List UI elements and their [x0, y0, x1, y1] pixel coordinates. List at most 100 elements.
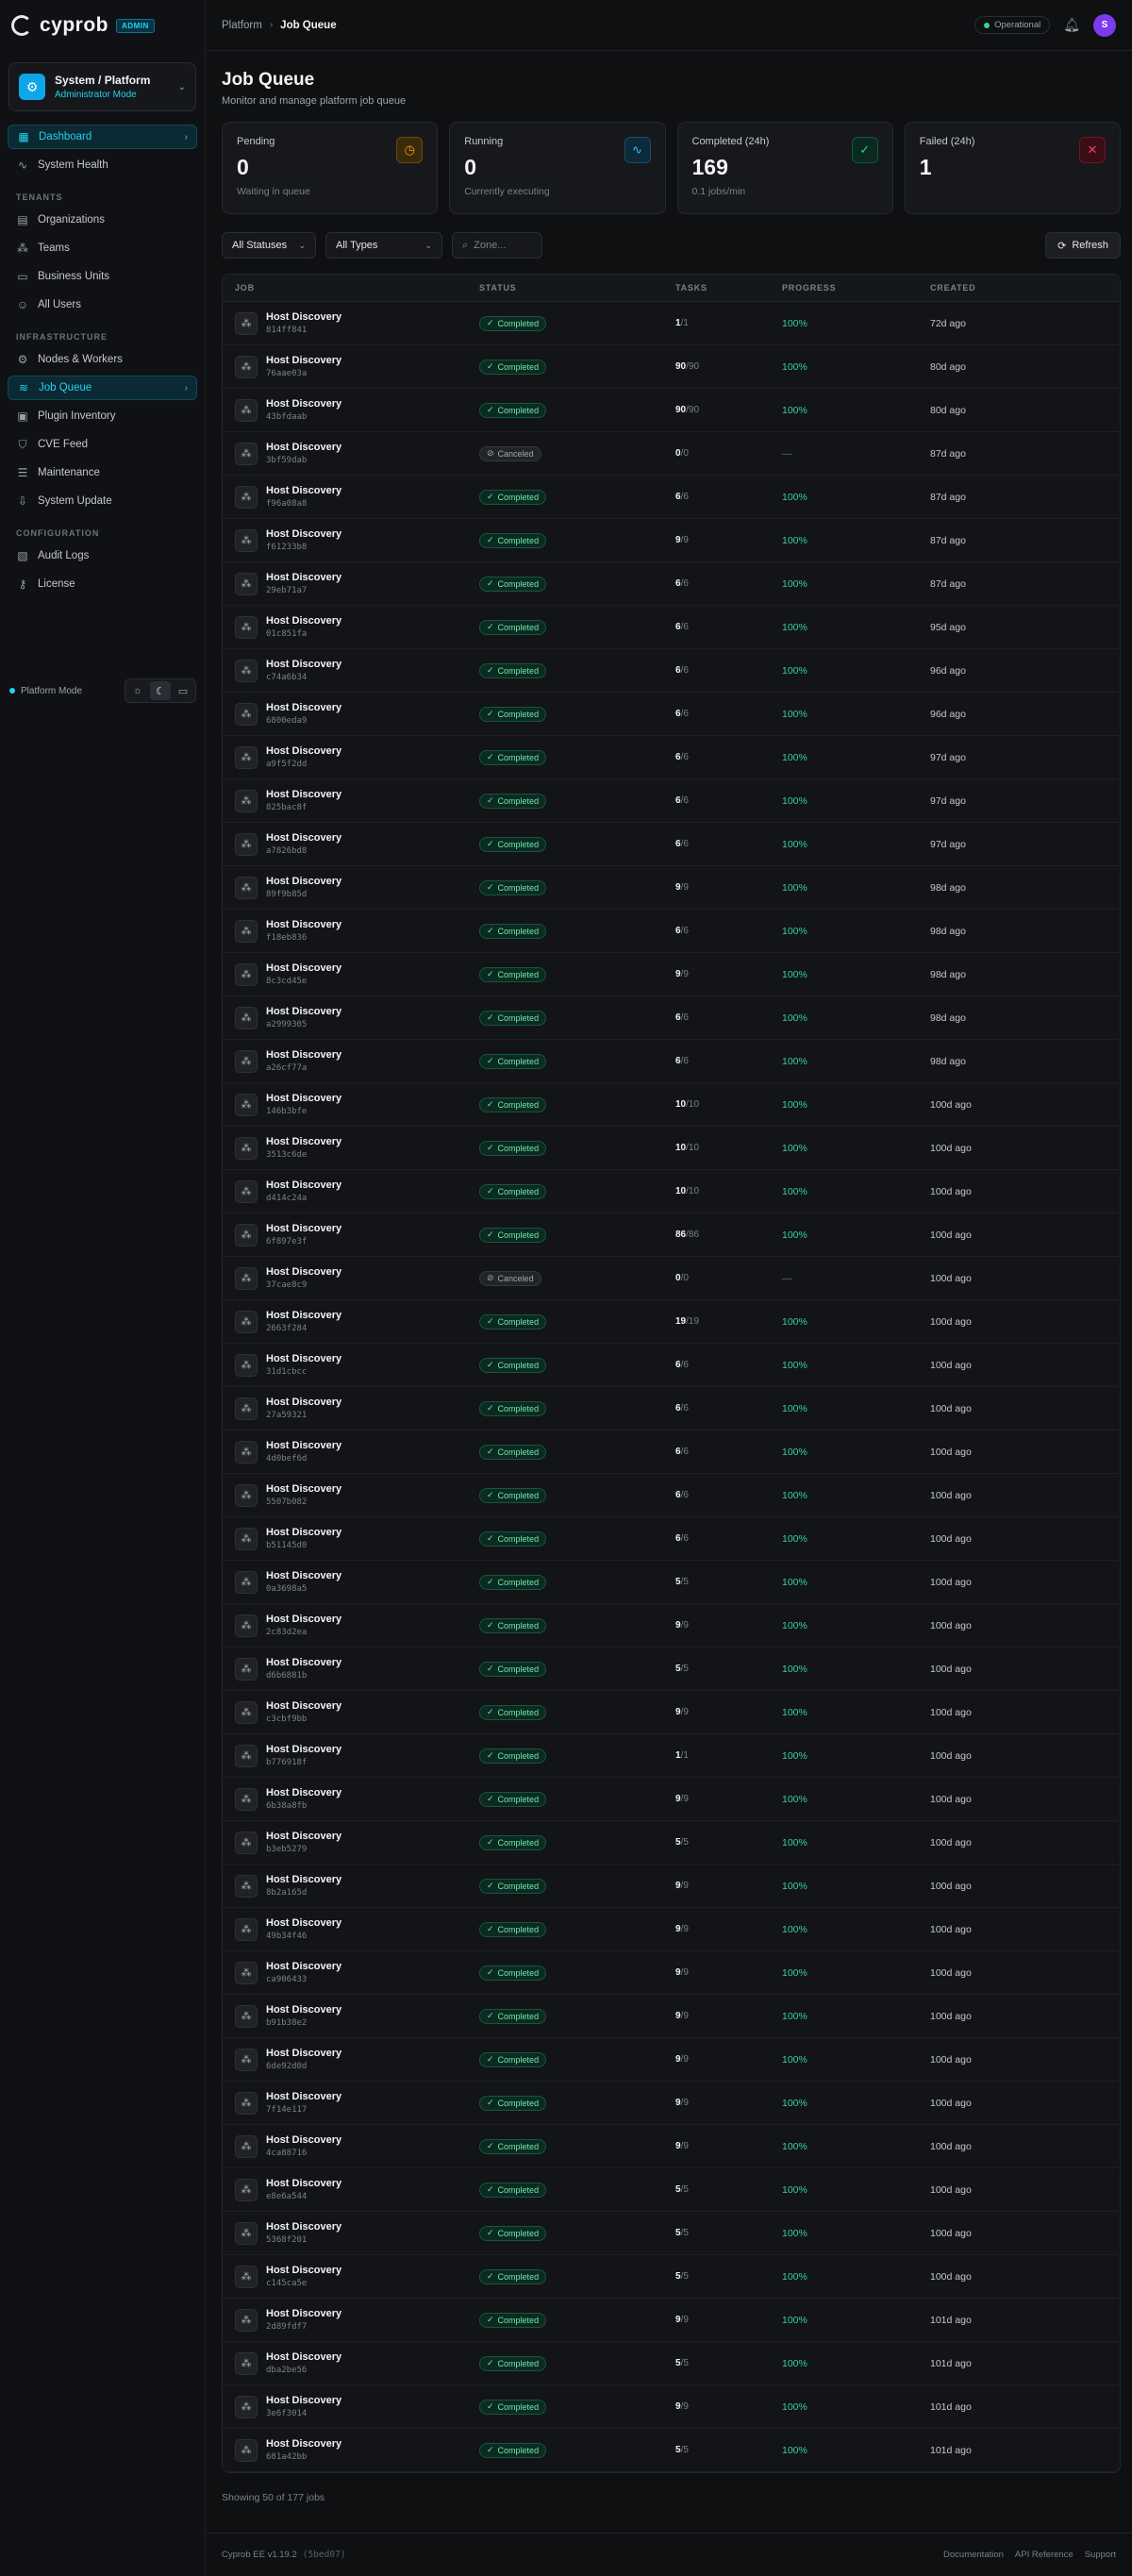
- brand[interactable]: cyprob ADMIN: [0, 0, 205, 51]
- sidebar-item-system-health[interactable]: ∿ System Health: [8, 153, 197, 177]
- table-row[interactable]: ⁂ Host Discovery c74a6b34 ✓ Completed 6/6 100%…: [223, 649, 1120, 693]
- status-cell: ✓ Completed: [479, 2399, 675, 2415]
- sidebar-footer: Platform Mode ☼ ☾ ▭: [0, 674, 206, 708]
- footer-link-documentation[interactable]: Documentation: [943, 2550, 1004, 2560]
- bell-icon[interactable]: 🔔︎: [1063, 17, 1080, 33]
- table-row[interactable]: ⁂ Host Discovery 6800eda9 ✓ Completed 6/6 100%…: [223, 693, 1120, 736]
- table-row[interactable]: ⁂ Host Discovery 5507b082 ✓ Completed 6/6 100%…: [223, 1474, 1120, 1517]
- table-row[interactable]: ⁂ Host Discovery 43bfdaab ✓ Completed 90/90 10…: [223, 389, 1120, 432]
- table-row[interactable]: ⁂ Host Discovery 681a42bb ✓ Completed 5/5 100%…: [223, 2429, 1120, 2472]
- tasks-total: 19: [688, 1316, 700, 1327]
- table-row[interactable]: ⁂ Host Discovery b776918f ✓ Completed 1/1 100%…: [223, 1734, 1120, 1778]
- sidebar-item-cve-feed[interactable]: ⛉ CVE Feed: [8, 432, 197, 457]
- table-row[interactable]: ⁂ Host Discovery 29eb71a7 ✓ Completed 6/6 100%…: [223, 562, 1120, 606]
- table-row[interactable]: ⁂ Host Discovery 6b38a8fb ✓ Completed 9/9 100%…: [223, 1778, 1120, 1821]
- table-row[interactable]: ⁂ Host Discovery 2663f284 ✓ Completed 19/19 10…: [223, 1300, 1120, 1344]
- network-icon: ⁂: [235, 1310, 258, 1333]
- table-row[interactable]: ⁂ Host Discovery f61233b8 ✓ Completed 9/9 100%…: [223, 519, 1120, 562]
- sidebar-item-dashboard[interactable]: ▦ Dashboard ›: [8, 125, 197, 149]
- sidebar-item-organizations[interactable]: ▤ Organizations: [8, 208, 197, 232]
- context-switcher[interactable]: ⚙ System / Platform Administrator Mode ⌄: [8, 62, 196, 111]
- refresh-button[interactable]: ⟳ Refresh: [1045, 232, 1121, 259]
- network-icon: ⁂: [235, 2178, 258, 2201]
- sidebar-item-business-units[interactable]: ▭ Business Units: [8, 264, 197, 289]
- sun-icon[interactable]: ☼: [127, 681, 148, 700]
- table-row[interactable]: ⁂ Host Discovery b3eb5279 ✓ Completed 5/5 100%…: [223, 1821, 1120, 1865]
- table-row[interactable]: ⁂ Host Discovery 146b3bfe ✓ Completed 10/10 10…: [223, 1083, 1120, 1127]
- zone-search-input[interactable]: ⌕ Zone...: [452, 232, 542, 259]
- table-row[interactable]: ⁂ Host Discovery 76aae03a ✓ Completed 90/90 10…: [223, 345, 1120, 389]
- table-row[interactable]: ⁂ Host Discovery 37cae8c9 ⊘ Canceled 0/0— 100d…: [223, 1257, 1120, 1300]
- table-row[interactable]: ⁂ Host Discovery d414c24a ✓ Completed 10/10 10…: [223, 1170, 1120, 1213]
- table-row[interactable]: ⁂ Host Discovery a2999305 ✓ Completed 6/6 100%…: [223, 996, 1120, 1040]
- table-row[interactable]: ⁂ Host Discovery ca906433 ✓ Completed 9/9 100%…: [223, 1951, 1120, 1995]
- table-row[interactable]: ⁂ Host Discovery c3cbf9bb ✓ Completed 9/9 100%…: [223, 1691, 1120, 1734]
- sidebar-item-plugin-inventory[interactable]: ▣ Plugin Inventory: [8, 404, 197, 428]
- status-label: Completed: [497, 1143, 540, 1153]
- network-icon: ⁂: [235, 1397, 258, 1420]
- table-row[interactable]: ⁂ Host Discovery 3bf59dab ⊘ Canceled 0/0— 87d …: [223, 432, 1120, 476]
- monitor-icon[interactable]: ▭: [173, 681, 193, 700]
- sidebar-item-teams[interactable]: ⁂ Teams: [8, 236, 197, 260]
- sidebar-item-audit-logs[interactable]: ▧ Audit Logs: [8, 544, 197, 568]
- table-row[interactable]: ⁂ Host Discovery b91b38e2 ✓ Completed 9/9 100%…: [223, 1995, 1120, 2038]
- sidebar-item-job-queue[interactable]: ≋ Job Queue ›: [8, 376, 197, 400]
- tasks-total: 0: [683, 448, 689, 459]
- table-row[interactable]: ⁂ Host Discovery 01c851fa ✓ Completed 6/6 100%…: [223, 606, 1120, 649]
- avatar[interactable]: S: [1093, 13, 1116, 37]
- table-row[interactable]: ⁂ Host Discovery 7f14e117 ✓ Completed 9/9 100%…: [223, 2082, 1120, 2125]
- clock-icon: ◷: [396, 137, 424, 163]
- table-row[interactable]: ⁂ Host Discovery 5368f201 ✓ Completed 5/5 100%…: [223, 2212, 1120, 2255]
- sidebar-item-system-update[interactable]: ⇩ System Update: [8, 489, 197, 513]
- check-circle-icon: ✓: [487, 795, 494, 806]
- job-name: Host Discovery: [266, 2265, 342, 2276]
- job-name: Host Discovery: [266, 659, 342, 670]
- sidebar-item-nodes-workers[interactable]: ⚙ Nodes & Workers: [8, 347, 197, 372]
- stats-grid: Pending 0 Waiting in queue ◷ Running 0 Current…: [222, 122, 1121, 214]
- network-icon: ⁂: [235, 1136, 258, 1160]
- sidebar-item-maintenance[interactable]: ☰ Maintenance: [8, 460, 197, 485]
- table-row[interactable]: ⁂ Host Discovery 2d89fdf7 ✓ Completed 9/9 100%…: [223, 2299, 1120, 2342]
- table-row[interactable]: ⁂ Host Discovery 4ca88716 ✓ Completed 9/9 100%…: [223, 2125, 1120, 2168]
- status-cell: ✓ Completed: [479, 2138, 675, 2154]
- table-row[interactable]: ⁂ Host Discovery 3513c6de ✓ Completed 10/10 10…: [223, 1127, 1120, 1170]
- table-row[interactable]: ⁂ Host Discovery f96a08a8 ✓ Completed 6/6 100%…: [223, 476, 1120, 519]
- table-row[interactable]: ⁂ Host Discovery 6de92d0d ✓ Completed 9/9 100%…: [223, 2038, 1120, 2082]
- table-row[interactable]: ⁂ Host Discovery 6f897e3f ✓ Completed 86/86 10…: [223, 1213, 1120, 1257]
- footer-link-api-reference[interactable]: API Reference: [1015, 2550, 1074, 2560]
- table-row[interactable]: ⁂ Host Discovery c145ca5e ✓ Completed 5/5 100%…: [223, 2255, 1120, 2299]
- status-filter[interactable]: All Statuses ⌄: [222, 232, 316, 259]
- table-row[interactable]: ⁂ Host Discovery d6b6881b ✓ Completed 5/5 100%…: [223, 1648, 1120, 1691]
- table-row[interactable]: ⁂ Host Discovery 8b2a165d ✓ Completed 9/9 100%…: [223, 1865, 1120, 1908]
- table-row[interactable]: ⁂ Host Discovery 0a3698a5 ✓ Completed 5/5 100%…: [223, 1561, 1120, 1604]
- table-row[interactable]: ⁂ Host Discovery 3e6f3014 ✓ Completed 9/9 100%…: [223, 2385, 1120, 2429]
- sidebar-item-license[interactable]: ⚷ License: [8, 572, 197, 596]
- sidebar-item-all-users[interactable]: ☺ All Users: [8, 293, 197, 317]
- footer-link-support[interactable]: Support: [1085, 2550, 1116, 2560]
- table-row[interactable]: ⁂ Host Discovery 8c3cd45e ✓ Completed 9/9 100%…: [223, 953, 1120, 996]
- tasks-total: 9: [683, 1620, 689, 1631]
- breadcrumb-root[interactable]: Platform: [222, 20, 262, 31]
- table-row[interactable]: ⁂ Host Discovery 49b34f46 ✓ Completed 9/9 100%…: [223, 1908, 1120, 1951]
- table-row[interactable]: ⁂ Host Discovery 4d0bef6d ✓ Completed 6/6 100%…: [223, 1430, 1120, 1474]
- table-row[interactable]: ⁂ Host Discovery a9f5f2dd ✓ Completed 6/6 100%…: [223, 736, 1120, 779]
- table-row[interactable]: ⁂ Host Discovery 27a59321 ✓ Completed 6/6 100%…: [223, 1387, 1120, 1430]
- moon-icon[interactable]: ☾: [150, 681, 171, 700]
- job-cell: ⁂ Host Discovery 29eb71a7: [223, 572, 479, 595]
- table-row[interactable]: ⁂ Host Discovery 814ff841 ✓ Completed 1/1 100%…: [223, 302, 1120, 345]
- table-row[interactable]: ⁂ Host Discovery 825bac8f ✓ Completed 6/6 100%…: [223, 779, 1120, 823]
- table-row[interactable]: ⁂ Host Discovery 31d1cbcc ✓ Completed 6/6 100%…: [223, 1344, 1120, 1387]
- progress-cell: 100%: [782, 1749, 807, 1762]
- table-row[interactable]: ⁂ Host Discovery a26cf77a ✓ Completed 6/6 100%…: [223, 1040, 1120, 1083]
- table-row[interactable]: ⁂ Host Discovery dba2be56 ✓ Completed 5/5 100%…: [223, 2342, 1120, 2385]
- table-row[interactable]: ⁂ Host Discovery 2c83d2ea ✓ Completed 9/9 100%…: [223, 1604, 1120, 1648]
- progress-cell: 100%: [782, 838, 807, 850]
- table-row[interactable]: ⁂ Host Discovery 89f9b85d ✓ Completed 9/9 100%…: [223, 866, 1120, 910]
- table-row[interactable]: ⁂ Host Discovery a7826bd8 ✓ Completed 6/6 100%…: [223, 823, 1120, 866]
- job-id: 6800eda9: [266, 716, 308, 726]
- tasks-total: 9: [683, 969, 689, 979]
- table-row[interactable]: ⁂ Host Discovery e8e6a544 ✓ Completed 5/5 100%…: [223, 2168, 1120, 2212]
- type-filter[interactable]: All Types ⌄: [325, 232, 442, 259]
- table-row[interactable]: ⁂ Host Discovery f18eb836 ✓ Completed 6/6 100%…: [223, 910, 1120, 953]
- table-row[interactable]: ⁂ Host Discovery b51145d0 ✓ Completed 6/6 100%…: [223, 1517, 1120, 1561]
